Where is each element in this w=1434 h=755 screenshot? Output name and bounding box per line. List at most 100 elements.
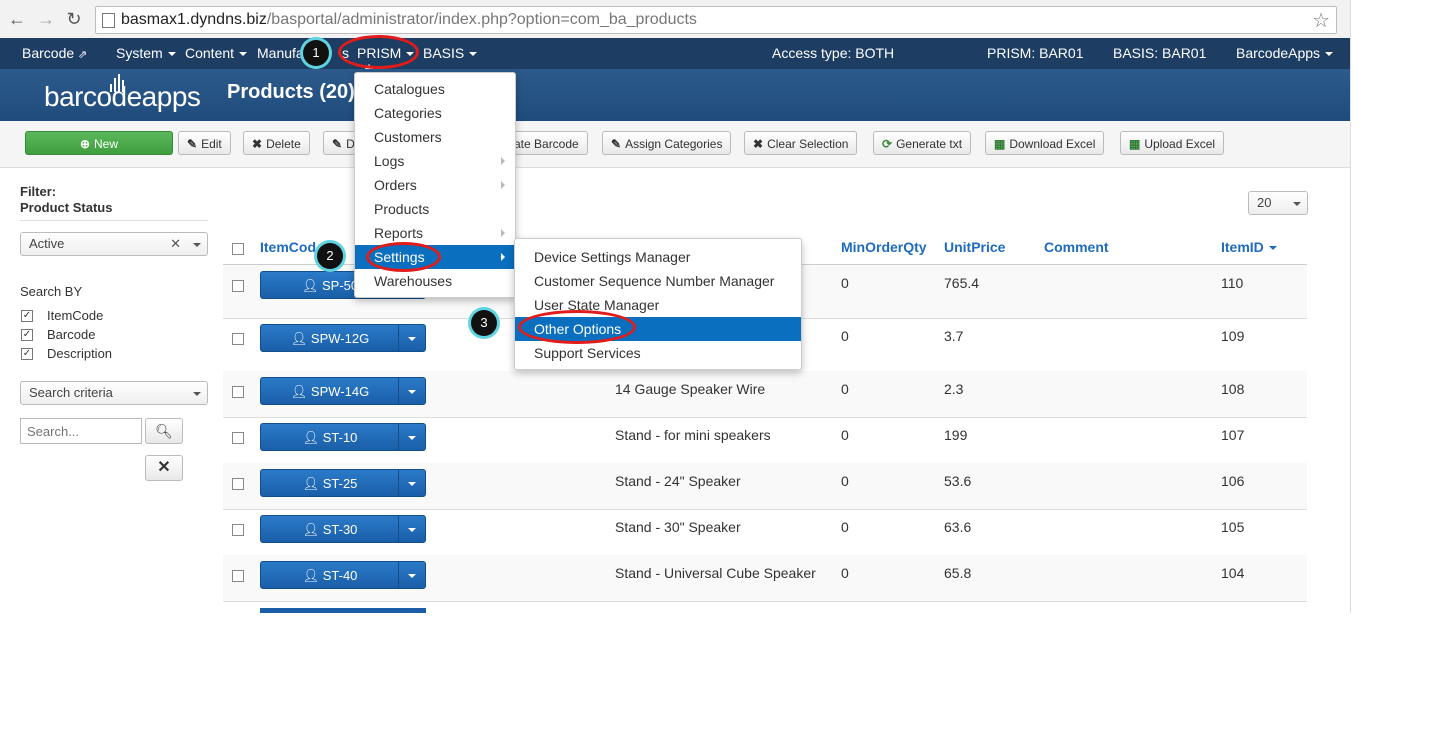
nav-basis[interactable]: BASIS bbox=[423, 45, 478, 61]
caret-down-icon bbox=[408, 574, 416, 578]
row-checkbox[interactable] bbox=[232, 432, 244, 444]
caret-down-icon bbox=[1293, 202, 1301, 206]
url-host: basmax1.dyndns.biz bbox=[121, 11, 267, 28]
delete-button[interactable]: ✖ Delete bbox=[243, 131, 310, 155]
col-minorderqty[interactable]: MinOrderQty bbox=[841, 239, 927, 255]
excel-icon: ▦ bbox=[994, 137, 1006, 151]
row-actions-dropdown[interactable] bbox=[398, 325, 425, 351]
row-actions-dropdown[interactable] bbox=[398, 562, 425, 588]
itemcode-button[interactable]: 👤︎ ST-40 bbox=[260, 561, 426, 589]
edit-button[interactable]: ✎ Edit bbox=[178, 131, 231, 155]
assign-categories-button[interactable]: ✎ Assign Categories bbox=[602, 131, 732, 155]
user-icon: 👤︎ bbox=[302, 568, 320, 583]
row-itemid: 107 bbox=[1221, 427, 1245, 443]
table-row: 👤︎ ST-25 Stand - 24" Speaker 0 53.6 106 bbox=[223, 463, 1307, 510]
row-checkbox[interactable] bbox=[232, 570, 244, 582]
col-comment[interactable]: Comment bbox=[1044, 239, 1109, 255]
clear-search-button[interactable]: ✕ bbox=[145, 455, 183, 481]
search-criteria-select[interactable]: Search criteria bbox=[20, 381, 208, 405]
prism-menu-item-logs[interactable]: Logs bbox=[355, 149, 515, 173]
new-button[interactable]: ⊕ New bbox=[25, 131, 173, 155]
row-unitprice: 2.3 bbox=[944, 381, 964, 397]
row-checkbox[interactable] bbox=[232, 386, 244, 398]
row-actions-dropdown[interactable] bbox=[398, 470, 425, 496]
user-icon: 👤︎ bbox=[290, 384, 308, 399]
itemcode-button[interactable]: 👤︎ ST-30 bbox=[260, 515, 426, 543]
back-arrow-icon[interactable]: ← bbox=[7, 9, 27, 29]
reload-icon[interactable]: ↻ bbox=[64, 9, 84, 29]
itemcode-button[interactable]: 👤︎ SPW-14G bbox=[260, 377, 426, 405]
row-actions-dropdown[interactable] bbox=[398, 516, 425, 542]
row-unitprice: 3.7 bbox=[944, 328, 964, 344]
row-actions-dropdown[interactable] bbox=[398, 424, 425, 450]
edit-icon: ✎ bbox=[611, 137, 622, 151]
prism-menu-item-orders[interactable]: Orders bbox=[355, 173, 515, 197]
product-status-select[interactable]: Active ✕ bbox=[20, 232, 208, 256]
row-checkbox[interactable] bbox=[232, 280, 244, 292]
generate-txt-button[interactable]: ⟳ Generate txt bbox=[873, 131, 972, 155]
top-navbar: Barcode ⇗ System Content Manufa s PRISM … bbox=[0, 38, 1350, 69]
settings-item-device-settings-manager[interactable]: Device Settings Manager bbox=[515, 245, 801, 269]
next-row-button-partial bbox=[260, 608, 426, 613]
itemcode-checkbox[interactable]: ✓ bbox=[21, 310, 33, 322]
caret-down-icon bbox=[408, 528, 416, 532]
row-minorderqty: 0 bbox=[841, 519, 849, 535]
prism-menu-item-reports[interactable]: Reports bbox=[355, 221, 515, 245]
annotation-ring-other-options bbox=[518, 310, 636, 344]
annotation-ring-settings bbox=[366, 242, 441, 272]
access-type: Access type: BOTH bbox=[772, 45, 895, 61]
row-checkbox[interactable] bbox=[232, 333, 244, 345]
limit-select[interactable]: 20 bbox=[1248, 191, 1308, 215]
select-all-checkbox[interactable] bbox=[232, 243, 244, 255]
browser-bar: ← → ↻ basmax1.dyndns.biz/basportal/admin… bbox=[0, 0, 1350, 39]
caret-down-icon bbox=[167, 52, 176, 57]
forward-arrow-icon[interactable]: → bbox=[36, 9, 56, 29]
row-actions-dropdown[interactable] bbox=[398, 378, 425, 404]
upload-excel-button[interactable]: ▦ Upload Excel bbox=[1120, 131, 1225, 155]
row-checkbox[interactable] bbox=[232, 524, 244, 536]
barcode-checkbox[interactable]: ✓ bbox=[21, 329, 33, 341]
itemcode-button[interactable]: 👤︎ ST-25 bbox=[260, 469, 426, 497]
prism-menu-item-products[interactable]: Products bbox=[355, 197, 515, 221]
itemcode-button[interactable]: 👤︎ SPW-12G bbox=[260, 324, 426, 352]
annotation-ring-prism bbox=[338, 35, 419, 69]
description-checkbox[interactable]: ✓ bbox=[21, 348, 33, 360]
bookmark-star-icon[interactable]: ☆ bbox=[1312, 8, 1330, 33]
url-path: /basportal/administrator/index.php?optio… bbox=[266, 11, 697, 28]
itemcode-button[interactable]: 👤︎ ST-10 bbox=[260, 423, 426, 451]
prism-menu-item-warehouses[interactable]: Warehouses bbox=[355, 269, 515, 293]
settings-item-customer-sequence-number-manager[interactable]: Customer Sequence Number Manager bbox=[515, 269, 801, 293]
col-itemcode[interactable]: ItemCod bbox=[260, 239, 316, 255]
caret-down-icon bbox=[239, 52, 248, 57]
nav-system[interactable]: System bbox=[116, 45, 176, 61]
settings-item-support-services[interactable]: Support Services bbox=[515, 341, 801, 365]
address-bar[interactable]: basmax1.dyndns.biz/basportal/administrat… bbox=[95, 6, 1337, 34]
search-input[interactable] bbox=[20, 418, 142, 444]
row-minorderqty: 0 bbox=[841, 328, 849, 344]
nav-barcodeapps[interactable]: BarcodeApps bbox=[1236, 45, 1334, 61]
prism-menu-item-categories[interactable]: Categories bbox=[355, 101, 515, 125]
search-button[interactable]: 🔍︎ bbox=[145, 418, 183, 444]
caret-down-icon bbox=[408, 390, 416, 394]
user-icon: 👤︎ bbox=[302, 522, 320, 537]
col-unitprice[interactable]: UnitPrice bbox=[944, 239, 1005, 255]
download-excel-button[interactable]: ▦ Download Excel bbox=[985, 131, 1105, 155]
row-minorderqty: 0 bbox=[841, 381, 849, 397]
step-badge-3: 3 bbox=[471, 310, 497, 336]
x-icon: ✖ bbox=[252, 137, 263, 151]
nav-barcode[interactable]: Barcode ⇗ bbox=[22, 45, 87, 61]
app-frame: ← → ↻ basmax1.dyndns.biz/basportal/admin… bbox=[0, 0, 1351, 613]
clear-x-icon[interactable]: ✕ bbox=[170, 233, 181, 255]
prism-menu-item-catalogues[interactable]: Catalogues bbox=[355, 77, 515, 101]
nav-content[interactable]: Content bbox=[185, 45, 248, 61]
prism-menu-item-customers[interactable]: Customers bbox=[355, 125, 515, 149]
description-option-label: Description bbox=[47, 346, 113, 361]
search-icon: 🔍︎ bbox=[155, 423, 173, 439]
row-checkbox[interactable] bbox=[232, 478, 244, 490]
clear-selection-button[interactable]: ✖ Clear Selection bbox=[744, 131, 858, 155]
col-itemid[interactable]: ItemID bbox=[1221, 239, 1277, 255]
duplicate-icon: ✎ bbox=[332, 137, 343, 151]
chevron-right-icon bbox=[501, 181, 505, 189]
nav-manufactures-left[interactable]: Manufa bbox=[257, 45, 304, 61]
chevron-right-icon bbox=[501, 253, 505, 261]
